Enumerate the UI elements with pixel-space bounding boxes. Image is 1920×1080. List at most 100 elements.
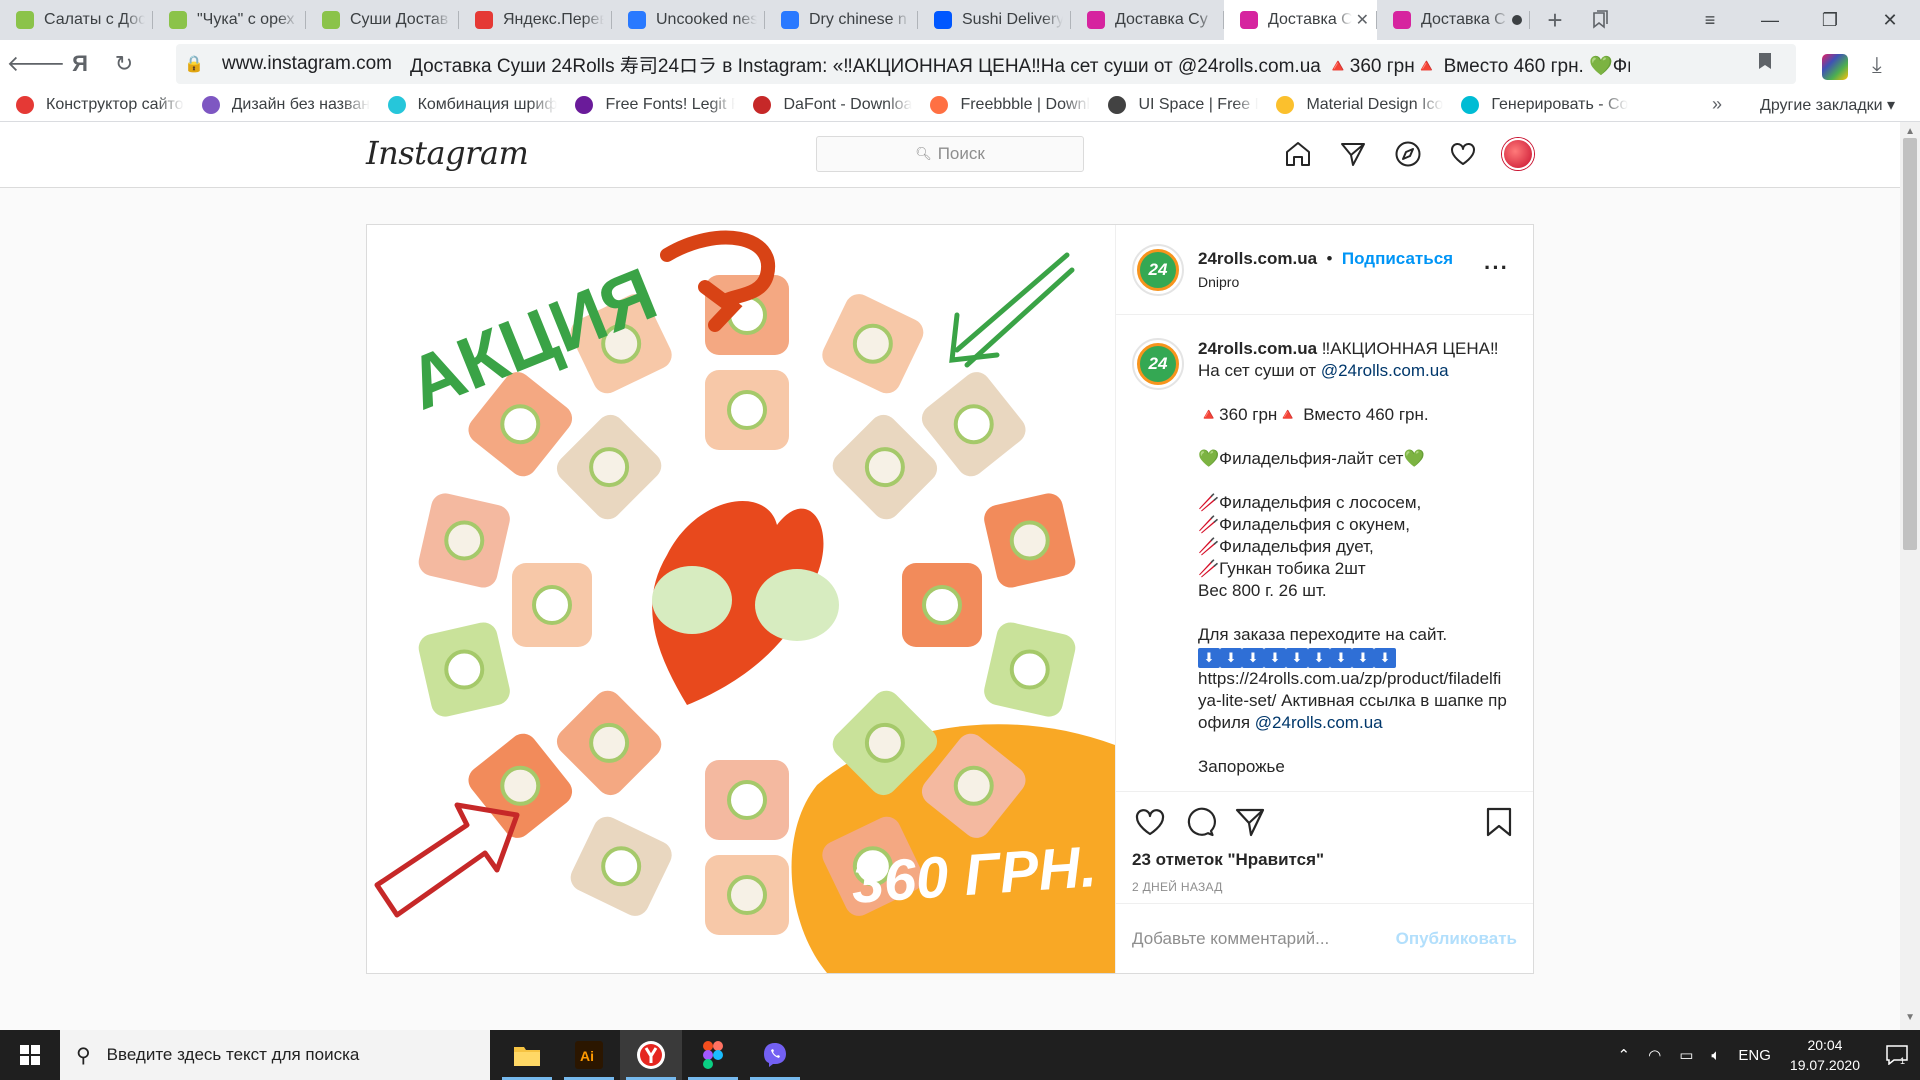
browser-tab[interactable]: Uncooked nes — [612, 0, 765, 40]
username-link[interactable]: 24rolls.com.ua — [1198, 249, 1317, 268]
minimize-button[interactable]: — — [1740, 0, 1800, 40]
caption-text: 24rolls.com.ua ‼АКЦИОННАЯ ЦЕНА‼ На сет с… — [1198, 338, 1508, 778]
illustrator-icon[interactable]: Ai — [558, 1030, 620, 1080]
browser-tab[interactable]: Dry chinese n — [765, 0, 918, 40]
other-bookmarks-button[interactable]: Другие закладки ▾ — [1760, 95, 1895, 115]
taskbar-search-input[interactable]: ⚲ Введите здесь текст для поиска — [60, 1030, 490, 1080]
caption-avatar[interactable]: 24 — [1132, 338, 1184, 390]
tab-favicon-icon — [628, 11, 646, 29]
post-image[interactable]: АКЦИЯ 360 ГРН. — [367, 225, 1115, 973]
browser-tab[interactable]: Доставка С ✕ — [1224, 0, 1377, 40]
caption-line-4: 🥢Филадельфия с окунем, — [1198, 515, 1411, 534]
clock-date: 19.07.2020 — [1789, 1057, 1860, 1073]
tab-close-icon[interactable]: ✕ — [1356, 10, 1369, 30]
bookmark-item[interactable]: Дизайн без назван — [201, 95, 370, 114]
file-explorer-icon[interactable] — [496, 1030, 558, 1080]
caption-username[interactable]: 24rolls.com.ua — [1198, 339, 1317, 358]
reload-button[interactable]: ↻ — [102, 44, 146, 84]
roll-filling — [953, 765, 994, 806]
follow-button[interactable]: Подписаться — [1342, 249, 1453, 268]
scroll-down-icon[interactable]: ▼ — [1905, 1012, 1915, 1023]
more-options-icon[interactable]: ··· — [1484, 255, 1509, 281]
scroll-thumb[interactable] — [1903, 138, 1917, 550]
windows-start-button[interactable] — [0, 1030, 60, 1080]
post-time[interactable]: 2 дней назад — [1132, 880, 1517, 894]
home-icon[interactable] — [1282, 138, 1314, 170]
tab-title: Яндекс.Перев — [503, 11, 604, 28]
account-avatar[interactable]: 24 — [1132, 243, 1184, 296]
bookmark-item[interactable]: UI Space | Free PSD — [1108, 95, 1258, 114]
yandex-browser-icon[interactable] — [620, 1030, 682, 1080]
comment-input[interactable] — [1132, 928, 1396, 949]
clock[interactable]: 20:04 19.07.2020 — [1790, 1035, 1860, 1075]
extension-icon[interactable] — [1822, 54, 1848, 80]
menu-icon[interactable]: ≡ — [1680, 0, 1740, 40]
battery-icon[interactable]: ▭ — [1679, 1046, 1693, 1064]
restore-button[interactable]: ❐ — [1800, 0, 1860, 40]
bookmark-item[interactable]: Material Design Ico — [1276, 95, 1443, 114]
instagram-logo[interactable]: Instagram — [366, 134, 529, 172]
comment-icon[interactable] — [1182, 804, 1218, 840]
save-bookmark-icon[interactable] — [1481, 804, 1517, 840]
language-indicator[interactable]: ENG — [1738, 1047, 1771, 1064]
lock-icon[interactable]: 🔒 — [176, 54, 212, 74]
download-icon[interactable]: ⤓ — [1872, 52, 1882, 78]
notification-center-icon[interactable]: 1 — [1874, 1030, 1920, 1080]
volume-icon[interactable]: 🔈︎ — [1711, 1047, 1720, 1064]
mention-link[interactable]: @24rolls.com.ua — [1321, 361, 1449, 380]
like-heart-icon[interactable] — [1132, 804, 1168, 840]
yandex-icon[interactable]: Я — [58, 44, 102, 84]
bookmark-item[interactable]: Комбинация шриф — [387, 95, 557, 114]
tab-collection-icon[interactable] — [1580, 0, 1620, 40]
address-bar-row: 🡐 Я ↻ 🔒 www.instagram.com Доставка Суши … — [0, 40, 1920, 88]
roll-filling — [922, 585, 962, 625]
url-field[interactable]: 🔒 www.instagram.com Доставка Суши 24Roll… — [176, 44, 1796, 84]
mention-link-2[interactable]: @24rolls.com.ua — [1255, 713, 1383, 732]
viber-icon[interactable] — [744, 1030, 806, 1080]
bookmark-icon[interactable] — [1758, 52, 1772, 76]
scroll-up-icon[interactable]: ▲ — [1905, 126, 1915, 137]
bookmark-item[interactable]: DaFont - Downloa — [753, 95, 912, 114]
bookmark-item[interactable]: Free Fonts! Legit Fr — [575, 95, 735, 114]
tab-list: Салаты с Дос "Чука" с орех Суши Достав Янде… — [0, 0, 1530, 40]
wasabi-right — [755, 569, 839, 641]
arrow-down-emoji-icon: ⬇ — [1264, 648, 1286, 668]
publish-button[interactable]: Опубликовать — [1396, 929, 1517, 949]
chevron-up-icon[interactable]: ⌃ — [1618, 1046, 1631, 1064]
browser-tab[interactable]: "Чука" с орех — [153, 0, 306, 40]
explore-icon[interactable] — [1392, 138, 1424, 170]
bookmark-item[interactable]: Конструктор сайто — [16, 95, 184, 114]
caption-area[interactable]: 24 24rolls.com.ua ‼АКЦИОННАЯ ЦЕНА‼ На се… — [1116, 316, 1533, 790]
browser-tab[interactable]: Sushi Delivery — [918, 0, 1071, 40]
bookmark-item[interactable]: Freebbble | Downlo — [930, 95, 1090, 114]
action-icons — [1132, 802, 1517, 842]
browser-tab[interactable]: Доставка Су — [1071, 0, 1224, 40]
search-icon: 🔍︎ — [915, 146, 932, 161]
back-button[interactable]: 🡐 — [7, 44, 66, 84]
bookmark-item[interactable]: Генерировать - Co — [1461, 95, 1628, 114]
likes-count[interactable]: 23 отметок "Нравится" — [1132, 850, 1517, 870]
system-tray: ⌃ ◠ ▭ 🔈︎ ENG 20:04 19.07.2020 1 — [1609, 1030, 1920, 1080]
tab-favicon-icon — [1087, 11, 1105, 29]
browser-tab[interactable]: Салаты с Дос — [0, 0, 153, 40]
close-window-button[interactable]: ✕ — [1860, 0, 1920, 40]
profile-avatar[interactable] — [1502, 138, 1534, 170]
roll-filling — [852, 323, 893, 364]
search-input[interactable]: 🔍︎ Поиск — [816, 136, 1084, 172]
browser-tab[interactable]: Доставка С — [1377, 0, 1530, 40]
new-tab-button[interactable]: + — [1530, 0, 1580, 40]
browser-tab[interactable]: Яндекс.Перев — [459, 0, 612, 40]
location-link[interactable]: Dnipro — [1198, 274, 1453, 290]
comment-box: Опубликовать — [1116, 903, 1533, 973]
bookmarks-more-button[interactable]: » — [1712, 94, 1722, 115]
figma-icon[interactable] — [682, 1030, 744, 1080]
roll-filling — [864, 447, 905, 488]
share-icon[interactable] — [1232, 804, 1268, 840]
wifi-icon[interactable]: ◠ — [1648, 1046, 1661, 1064]
caption-line-8: Для заказа переходите на сайт. — [1198, 625, 1448, 644]
activity-heart-icon[interactable] — [1447, 138, 1479, 170]
browser-tab[interactable]: Суши Достав — [306, 0, 459, 40]
window-controls: ≡ — ❐ ✕ — [1680, 0, 1920, 40]
browser-tab-strip: Салаты с Дос "Чука" с орех Суши Достав Янде… — [0, 0, 1920, 40]
direct-icon[interactable] — [1337, 138, 1369, 170]
